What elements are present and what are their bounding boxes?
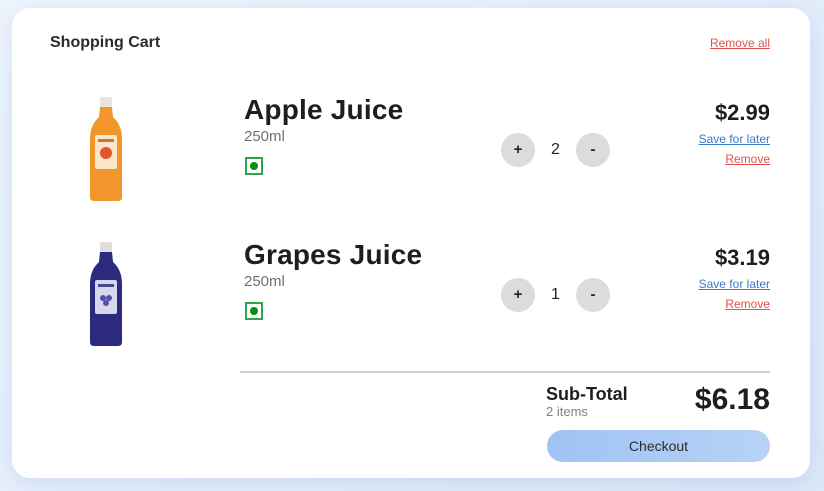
quantity-stepper: + 2 - <box>501 133 611 167</box>
remove-all-link[interactable]: Remove all <box>710 36 770 50</box>
checkout-button[interactable]: Checkout <box>547 430 770 462</box>
remove-item-link[interactable]: Remove <box>725 152 770 166</box>
remove-item-link[interactable]: Remove <box>725 297 770 311</box>
cart-card: Shopping Cart Remove all Apple Juice 250… <box>12 8 810 478</box>
subtotal-amount: $6.18 <box>694 383 770 416</box>
item-name: Grapes Juice <box>244 239 423 270</box>
save-for-later-link[interactable]: Save for later <box>699 132 770 146</box>
product-image <box>90 97 122 201</box>
quantity-value: 1 <box>551 286 560 303</box>
page-title: Shopping Cart <box>50 34 161 51</box>
item-price: $2.99 <box>714 100 770 125</box>
increase-quantity-button[interactable]: + <box>501 133 535 167</box>
quantity-value: 2 <box>551 141 560 158</box>
item-price: $3.19 <box>714 245 770 270</box>
item-size: 250ml <box>244 273 285 290</box>
item-name: Apple Juice <box>244 94 404 125</box>
veg-indicator-icon <box>245 157 263 175</box>
product-image <box>90 242 122 346</box>
increase-quantity-button[interactable]: + <box>501 278 535 312</box>
subtotal-item-count: 2 items <box>546 404 588 419</box>
decrease-quantity-button[interactable]: - <box>576 278 610 312</box>
quantity-stepper: + 1 - <box>501 278 611 312</box>
item-size: 250ml <box>244 128 285 145</box>
cart-item: Apple Juice 250ml + 2 - $2.99 Save for l… <box>12 90 810 210</box>
divider <box>240 371 770 373</box>
cart-item: Grapes Juice 250ml + 1 - $3.19 Save for … <box>12 235 810 355</box>
subtotal-label: Sub-Total <box>546 384 628 404</box>
decrease-quantity-button[interactable]: - <box>576 133 610 167</box>
save-for-later-link[interactable]: Save for later <box>699 277 770 291</box>
veg-indicator-icon <box>245 302 263 320</box>
